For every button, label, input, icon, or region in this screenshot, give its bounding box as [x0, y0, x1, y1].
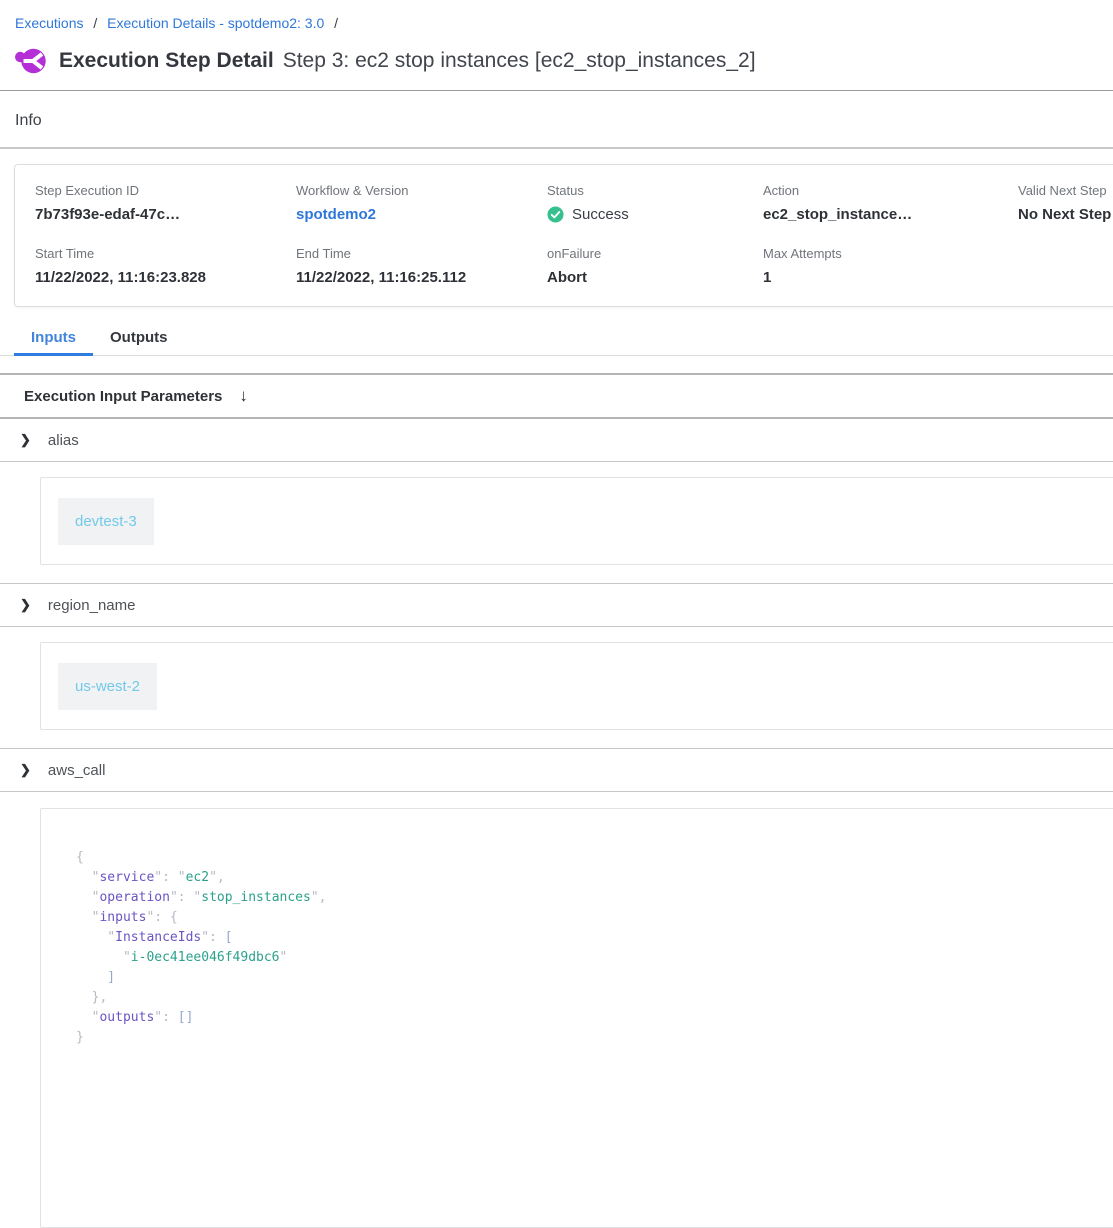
- json-code: { "service": "ec2", "operation": "stop_i…: [76, 848, 1113, 1048]
- status-badge: Success: [547, 206, 763, 223]
- field-onfailure: onFailure Abort: [547, 246, 763, 286]
- param-name: region_name: [48, 597, 136, 614]
- field-value: No Next Step: [1018, 206, 1113, 223]
- empty-cell: [1018, 246, 1113, 286]
- chevron-right-icon: ❯: [20, 597, 31, 613]
- region-value-chip: us-west-2: [58, 663, 157, 710]
- field-label: Workflow & Version: [296, 183, 547, 198]
- io-tabs: Inputs Outputs: [0, 329, 1113, 356]
- field-valid-next-step: Valid Next Step No Next Step: [1018, 183, 1113, 223]
- field-value: 11/22/2022, 11:16:23.828: [35, 269, 296, 286]
- param-row-alias[interactable]: ❯ alias: [0, 419, 1113, 462]
- workflow-link[interactable]: spotdemo2: [296, 206, 547, 223]
- status-text: Success: [572, 206, 629, 223]
- page-subtitle: Step 3: ec2 stop instances [ec2_stop_ins…: [283, 49, 756, 73]
- field-end-time: End Time 11/22/2022, 11:16:25.112: [296, 246, 547, 286]
- tab-outputs[interactable]: Outputs: [93, 329, 185, 355]
- execution-input-parameters-header: Execution Input Parameters ↓: [0, 375, 1113, 419]
- tab-inputs[interactable]: Inputs: [14, 329, 93, 355]
- field-label: Start Time: [35, 246, 296, 261]
- page-header: Execution Step Detail Step 3: ec2 stop i…: [0, 31, 1113, 77]
- breadcrumb-link-executions[interactable]: Executions: [15, 15, 83, 31]
- field-value: 1: [763, 269, 1018, 286]
- field-label: Step Execution ID: [35, 183, 296, 198]
- field-label: End Time: [296, 246, 547, 261]
- alias-value-panel: devtest-3: [40, 477, 1113, 565]
- info-section-title: Info: [0, 91, 1113, 130]
- aws-call-json-panel: { "service": "ec2", "operation": "stop_i…: [40, 808, 1113, 1228]
- param-name: alias: [48, 432, 79, 449]
- field-value: 7b73f93e-edaf-47c…: [35, 206, 296, 223]
- info-divider: [0, 147, 1113, 149]
- breadcrumb-separator: /: [93, 15, 97, 31]
- field-value: Abort: [547, 269, 763, 286]
- params-header-label: Execution Input Parameters: [24, 388, 222, 405]
- workflow-brand-icon: [14, 45, 46, 77]
- chevron-right-icon: ❯: [20, 762, 31, 778]
- field-step-execution-id: Step Execution ID 7b73f93e-edaf-47c…: [35, 183, 296, 223]
- field-start-time: Start Time 11/22/2022, 11:16:23.828: [35, 246, 296, 286]
- param-row-aws-call[interactable]: ❯ aws_call: [0, 749, 1113, 792]
- page-title: Execution Step Detail: [59, 49, 274, 73]
- field-value: 11/22/2022, 11:16:25.112: [296, 269, 547, 286]
- field-value: ec2_stop_instance…: [763, 206, 1018, 223]
- breadcrumb-link-execution-details[interactable]: Execution Details - spotdemo2: 3.0: [107, 15, 324, 31]
- alias-value-chip: devtest-3: [58, 498, 154, 545]
- param-row-region-name[interactable]: ❯ region_name: [0, 584, 1113, 627]
- field-label: Max Attempts: [763, 246, 1018, 261]
- field-label: Status: [547, 183, 763, 198]
- success-check-icon: [547, 206, 564, 223]
- breadcrumb-separator: /: [334, 15, 338, 31]
- chevron-right-icon: ❯: [20, 432, 31, 448]
- field-label: onFailure: [547, 246, 763, 261]
- field-label: Action: [763, 183, 1018, 198]
- field-max-attempts: Max Attempts 1: [763, 246, 1018, 286]
- field-status: Status Success: [547, 183, 763, 223]
- param-name: aws_call: [48, 762, 106, 779]
- field-workflow-version: Workflow & Version spotdemo2: [296, 183, 547, 223]
- step-info-card: Step Execution ID 7b73f93e-edaf-47c… Wor…: [14, 164, 1113, 307]
- region-value-panel: us-west-2: [40, 642, 1113, 730]
- field-action: Action ec2_stop_instance…: [763, 183, 1018, 223]
- breadcrumb: Executions / Execution Details - spotdem…: [0, 0, 1113, 31]
- field-label: Valid Next Step: [1018, 183, 1113, 198]
- arrow-down-icon[interactable]: ↓: [239, 386, 248, 406]
